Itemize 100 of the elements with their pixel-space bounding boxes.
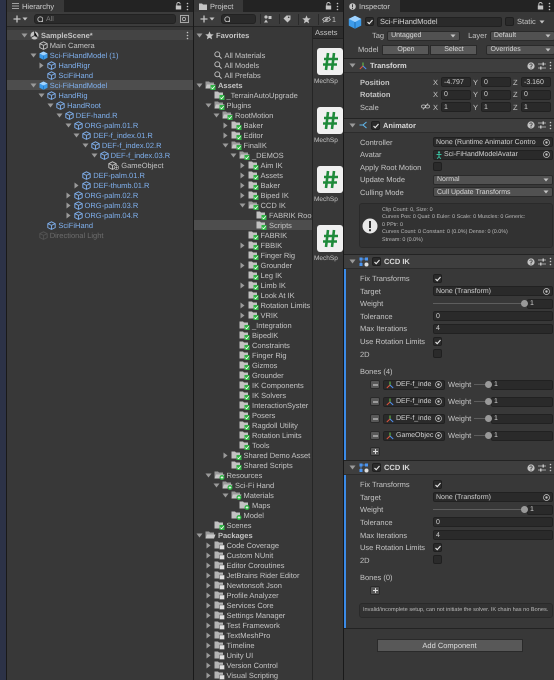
right-arrow-icon[interactable] — [204, 672, 212, 678]
right-arrow-icon[interactable] — [204, 592, 212, 598]
down-arrow-icon[interactable] — [30, 52, 37, 58]
checkbox[interactable] — [372, 463, 381, 472]
script-file-icon[interactable] — [317, 225, 343, 252]
right-arrow-icon[interactable] — [64, 212, 72, 218]
add-button[interactable] — [370, 586, 380, 595]
down-arrow-icon[interactable] — [213, 112, 220, 118]
right-arrow-icon[interactable] — [238, 262, 246, 268]
down-arrow-icon[interactable] — [230, 152, 237, 158]
down-arrow-icon[interactable] — [82, 142, 89, 148]
preset-icon[interactable] — [538, 258, 546, 266]
help-icon[interactable] — [527, 62, 535, 70]
right-arrow-icon[interactable] — [64, 192, 72, 198]
remove-button[interactable] — [370, 397, 380, 406]
down-arrow-icon[interactable] — [30, 82, 37, 88]
down-arrow-icon[interactable] — [196, 532, 203, 538]
slider-thumb[interactable] — [520, 506, 528, 514]
right-arrow-icon[interactable] — [204, 552, 212, 558]
remove-button[interactable] — [370, 431, 380, 440]
right-arrow-icon[interactable] — [238, 242, 246, 248]
down-arrow-icon[interactable] — [238, 202, 246, 208]
help-icon[interactable] — [527, 258, 535, 266]
right-arrow-icon[interactable] — [222, 452, 228, 458]
script-file-icon[interactable] — [317, 166, 343, 193]
hidden-eye-icon[interactable] — [322, 16, 331, 22]
create-button[interactable] — [198, 14, 217, 24]
right-arrow-icon[interactable] — [204, 582, 212, 588]
down-arrow-icon[interactable] — [196, 82, 203, 88]
down-arrow-icon[interactable] — [196, 32, 203, 38]
checkbox[interactable] — [372, 257, 381, 266]
type-filter-icon[interactable] — [264, 15, 272, 23]
checkbox[interactable] — [433, 162, 442, 171]
more-icon[interactable] — [549, 61, 552, 70]
checkbox[interactable] — [433, 336, 442, 346]
down-arrow-icon[interactable] — [21, 32, 28, 38]
right-arrow-icon[interactable] — [204, 612, 212, 618]
remove-button[interactable] — [370, 380, 380, 390]
down-arrow-icon[interactable] — [90, 152, 98, 158]
checkbox[interactable] — [433, 274, 442, 283]
right-arrow-icon[interactable] — [204, 622, 212, 628]
more-icon[interactable] — [549, 463, 552, 472]
down-arrow-icon[interactable] — [213, 482, 220, 488]
right-arrow-icon[interactable] — [38, 62, 46, 68]
down-arrow-icon[interactable] — [56, 112, 63, 118]
remove-button[interactable] — [370, 414, 380, 424]
right-arrow-icon[interactable] — [204, 642, 212, 648]
lock-icon[interactable] — [325, 2, 332, 10]
checkbox[interactable] — [433, 554, 442, 564]
right-arrow-icon[interactable] — [204, 662, 212, 668]
right-arrow-icon[interactable] — [238, 162, 246, 168]
checkbox[interactable] — [433, 542, 442, 552]
checkbox[interactable] — [371, 120, 380, 130]
search-field[interactable] — [221, 14, 256, 24]
preset-icon[interactable] — [538, 62, 546, 70]
down-arrow-icon[interactable] — [38, 92, 46, 98]
help-icon[interactable] — [527, 464, 535, 472]
filter-icon[interactable] — [180, 15, 189, 23]
right-arrow-icon[interactable] — [238, 302, 246, 308]
preset-icon[interactable] — [538, 464, 546, 472]
more-icon[interactable] — [186, 2, 189, 10]
lock-icon[interactable] — [175, 2, 182, 10]
checkbox[interactable] — [433, 348, 442, 358]
tag-icon[interactable] — [282, 15, 291, 23]
down-arrow-icon[interactable] — [204, 102, 212, 108]
right-arrow-icon[interactable] — [204, 652, 212, 658]
slider-thumb[interactable] — [484, 381, 492, 388]
more-icon[interactable] — [548, 2, 551, 10]
preset-icon[interactable] — [538, 121, 546, 130]
right-arrow-icon[interactable] — [204, 542, 212, 548]
more-icon[interactable] — [336, 2, 339, 10]
right-arrow-icon[interactable] — [238, 182, 246, 188]
right-arrow-icon[interactable] — [238, 172, 246, 178]
right-arrow-icon[interactable] — [204, 602, 212, 608]
create-button[interactable] — [11, 14, 30, 24]
right-arrow-icon[interactable] — [238, 312, 246, 318]
slider-thumb[interactable] — [484, 398, 492, 406]
down-arrow-icon[interactable] — [349, 464, 356, 472]
more-icon[interactable] — [186, 30, 189, 40]
more-icon[interactable] — [549, 120, 552, 130]
slider-thumb[interactable] — [484, 415, 492, 422]
script-file-icon[interactable] — [317, 48, 343, 75]
down-arrow-icon[interactable] — [349, 62, 356, 69]
right-arrow-icon[interactable] — [204, 632, 212, 638]
down-arrow-icon[interactable] — [222, 492, 228, 498]
right-arrow-icon[interactable] — [222, 122, 228, 128]
down-arrow-icon[interactable] — [349, 258, 356, 266]
script-file-icon[interactable] — [317, 107, 343, 134]
help-icon[interactable] — [527, 121, 535, 130]
slider-thumb[interactable] — [520, 300, 528, 308]
right-arrow-icon[interactable] — [64, 202, 72, 208]
checkbox[interactable] — [365, 17, 374, 26]
right-arrow-icon[interactable] — [238, 192, 246, 198]
down-arrow-icon[interactable] — [204, 472, 212, 478]
unlinked-chain-icon[interactable] — [421, 102, 430, 110]
down-arrow-icon[interactable] — [349, 122, 356, 129]
down-arrow-icon[interactable] — [73, 132, 80, 138]
checkbox[interactable] — [505, 17, 514, 26]
down-arrow-icon[interactable] — [64, 122, 72, 128]
down-arrow-icon[interactable] — [47, 102, 54, 108]
